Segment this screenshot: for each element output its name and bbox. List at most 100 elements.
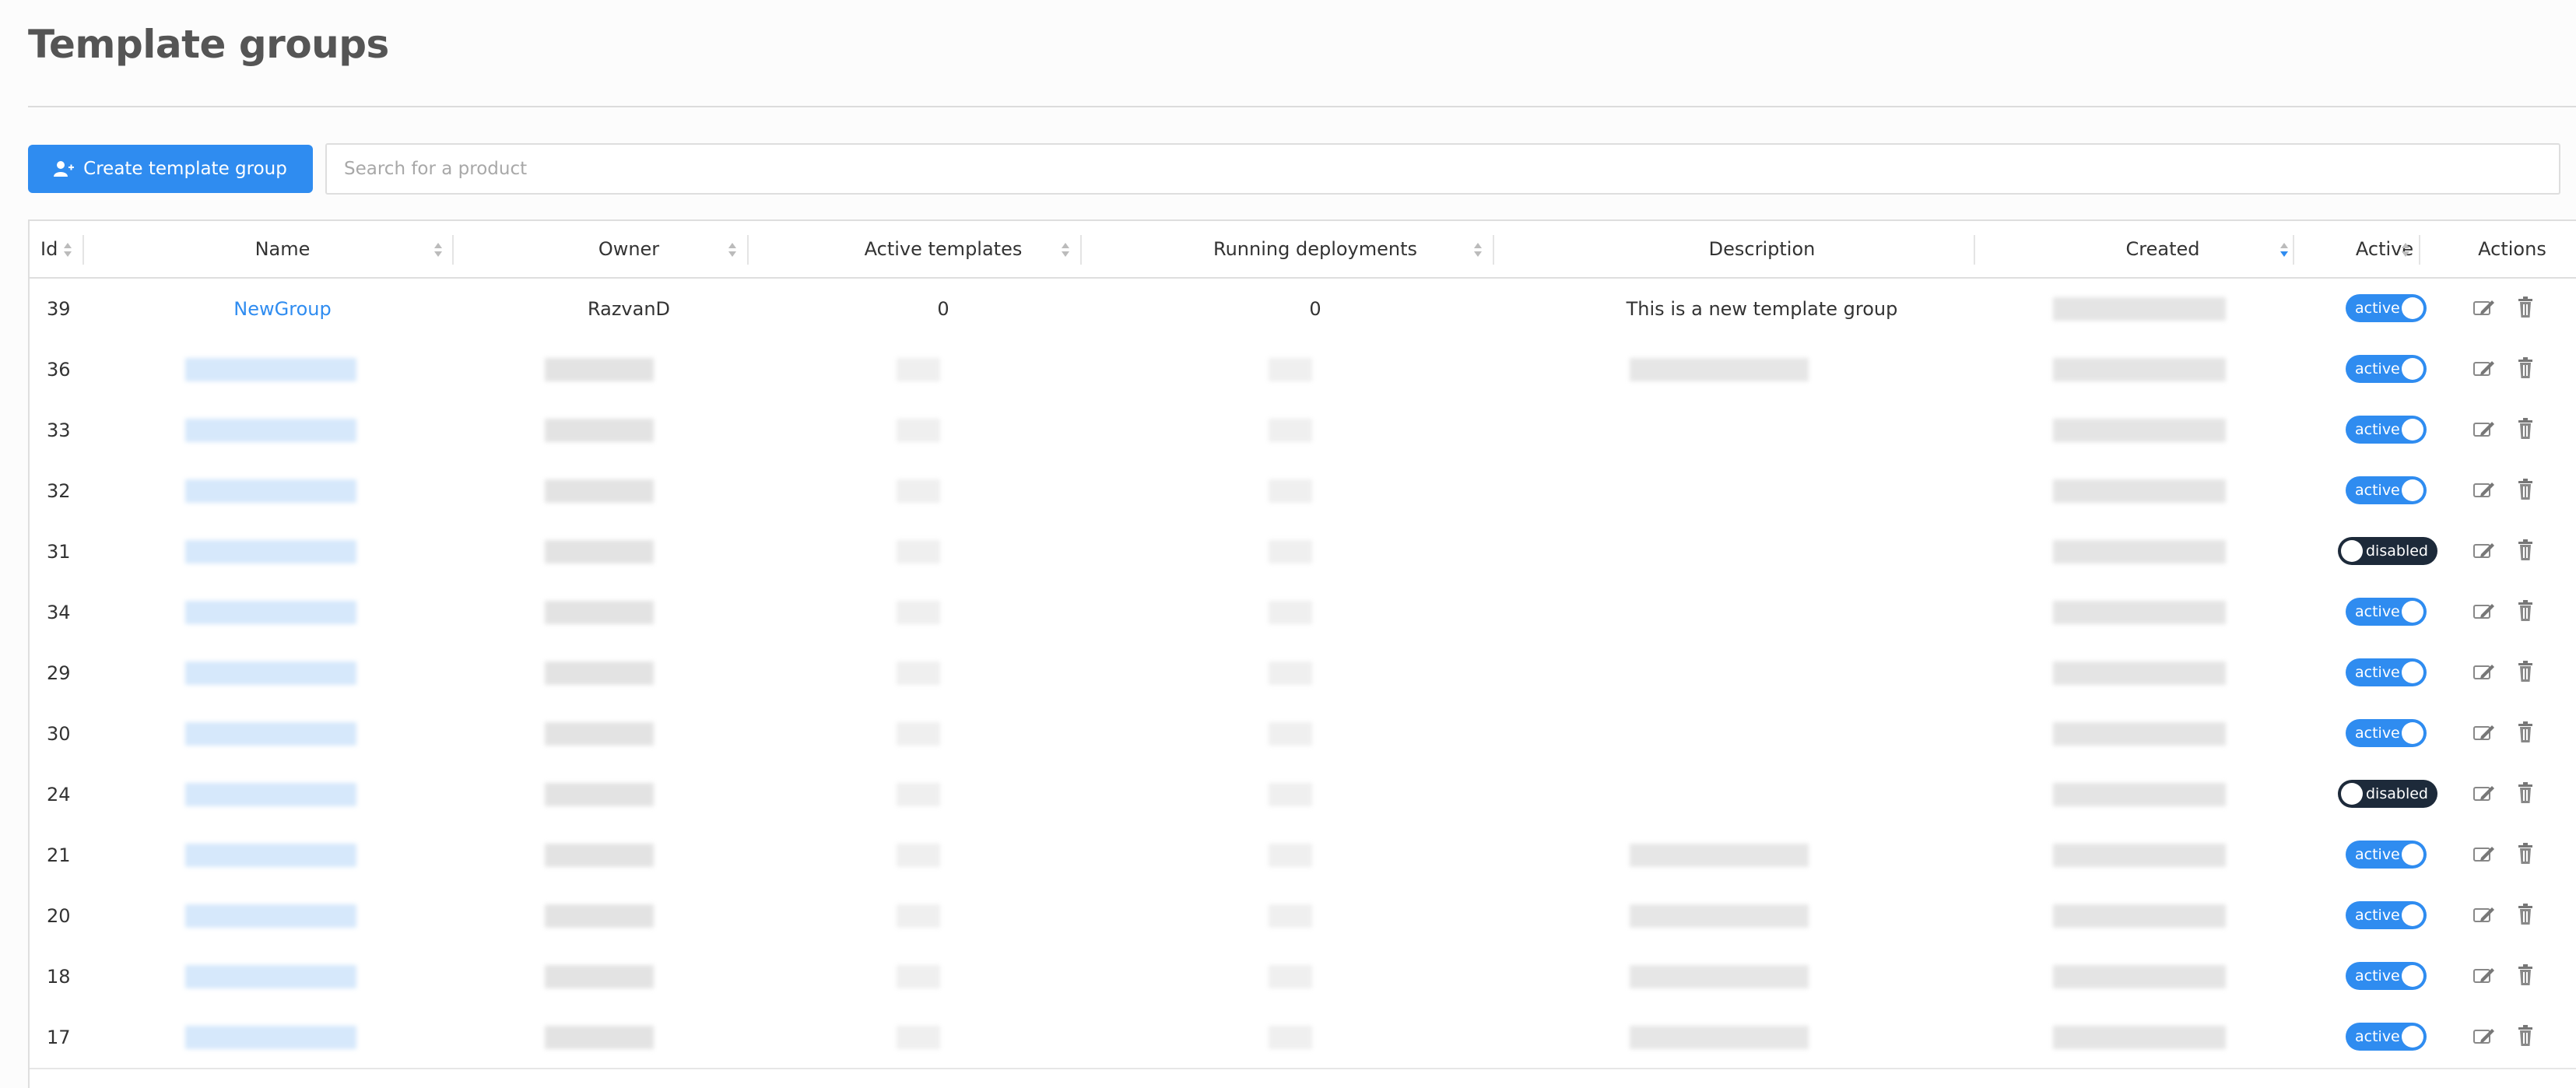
trash-icon[interactable]: [2517, 417, 2534, 440]
trash-icon[interactable]: [2517, 903, 2534, 926]
trash-icon[interactable]: [2517, 781, 2534, 805]
trash-icon[interactable]: [2517, 296, 2534, 319]
sort-icon[interactable]: [433, 241, 444, 258]
redacted-created: [2053, 297, 2226, 321]
toggle-knob: [2402, 601, 2423, 623]
trash-icon[interactable]: [2517, 539, 2534, 562]
status-toggle[interactable]: disabled: [2338, 780, 2437, 808]
redacted-running-deployments: [1269, 479, 1312, 503]
redacted-running-deployments: [1269, 783, 1312, 806]
column-header-id[interactable]: Id: [30, 221, 84, 277]
column-header-description[interactable]: Description: [1521, 221, 2003, 277]
cell-id: 18: [47, 966, 71, 988]
column-label: Owner: [598, 238, 660, 260]
status-toggle[interactable]: active: [2346, 598, 2427, 626]
redacted-running-deployments: [1269, 722, 1312, 746]
status-toggle[interactable]: active: [2346, 841, 2427, 869]
status-toggle[interactable]: active: [2346, 355, 2427, 383]
column-header-active[interactable]: Active: [2322, 221, 2447, 277]
status-toggle[interactable]: active: [2346, 294, 2427, 322]
column-label: Id: [40, 238, 58, 260]
redacted-created: [2053, 662, 2226, 685]
sort-icon[interactable]: [1472, 241, 1483, 258]
status-toggle[interactable]: active: [2346, 962, 2427, 990]
column-divider[interactable]: [2293, 235, 2294, 265]
status-toggle-label: active: [2355, 725, 2400, 742]
edit-icon[interactable]: [2473, 360, 2495, 378]
redacted-owner: [545, 601, 654, 624]
sort-icon[interactable]: [727, 241, 738, 258]
status-toggle[interactable]: active: [2346, 658, 2427, 686]
edit-icon[interactable]: [2473, 602, 2495, 621]
redacted-owner: [545, 479, 654, 503]
edit-icon[interactable]: [2473, 663, 2495, 682]
status-toggle-label: active: [2355, 603, 2400, 620]
sort-icon[interactable]: [2400, 241, 2411, 258]
trash-icon[interactable]: [2517, 1024, 2534, 1048]
create-template-group-button[interactable]: Create template group: [28, 145, 313, 193]
status-toggle[interactable]: active: [2346, 901, 2427, 929]
cell-id: 36: [47, 359, 71, 381]
trash-icon[interactable]: [2517, 660, 2534, 683]
edit-icon[interactable]: [2473, 906, 2495, 925]
status-toggle-label: active: [2355, 664, 2400, 681]
edit-icon[interactable]: [2473, 967, 2495, 985]
edit-icon[interactable]: [2473, 420, 2495, 439]
redacted-name: [185, 1026, 356, 1049]
status-toggle[interactable]: active: [2346, 1023, 2427, 1051]
table-row: 36 active: [30, 339, 2576, 402]
toggle-knob: [2402, 965, 2423, 987]
cell-running-deployments: 0: [1309, 298, 1321, 320]
redacted-active-templates: [897, 540, 940, 563]
column-divider[interactable]: [1493, 235, 1494, 265]
status-toggle[interactable]: active: [2346, 476, 2427, 504]
status-toggle[interactable]: active: [2346, 416, 2427, 444]
redacted-owner: [545, 1026, 654, 1049]
sort-active-icon[interactable]: [2279, 241, 2290, 258]
table-row: 31 disabled: [30, 521, 2576, 584]
group-name-link[interactable]: NewGroup: [233, 298, 331, 320]
cell-id: 32: [47, 480, 71, 502]
status-toggle-label: active: [2355, 360, 2400, 377]
column-label: Active templates: [864, 238, 1023, 260]
status-toggle[interactable]: active: [2346, 719, 2427, 747]
trash-icon[interactable]: [2517, 963, 2534, 987]
status-toggle-label: disabled: [2366, 542, 2428, 560]
column-header-name[interactable]: Name: [84, 221, 481, 277]
column-divider[interactable]: [82, 235, 84, 265]
sort-icon[interactable]: [1060, 241, 1071, 258]
column-header-running-deployments[interactable]: Running deployments: [1110, 221, 1521, 277]
edit-icon[interactable]: [2473, 542, 2495, 560]
search-input[interactable]: [325, 143, 2560, 195]
table-header: Id Name Owner Active templates Running d…: [30, 221, 2576, 279]
redacted-owner: [545, 904, 654, 928]
cell-name: NewGroup: [84, 279, 481, 339]
edit-icon[interactable]: [2473, 481, 2495, 500]
redacted-active-templates: [897, 904, 940, 928]
column-divider[interactable]: [1080, 235, 1082, 265]
edit-icon[interactable]: [2473, 845, 2495, 864]
column-divider[interactable]: [747, 235, 749, 265]
column-divider[interactable]: [2419, 235, 2420, 265]
edit-icon[interactable]: [2473, 724, 2495, 742]
redacted-description: [1630, 1026, 1809, 1049]
trash-icon[interactable]: [2517, 721, 2534, 744]
redacted-name: [185, 662, 356, 685]
column-divider[interactable]: [452, 235, 454, 265]
trash-icon[interactable]: [2517, 356, 2534, 380]
template-groups-table: Id Name Owner Active templates Running d…: [28, 219, 2576, 1088]
sort-icon[interactable]: [62, 241, 73, 258]
edit-icon[interactable]: [2473, 1027, 2495, 1046]
edit-icon[interactable]: [2473, 784, 2495, 803]
column-divider[interactable]: [1974, 235, 1975, 265]
status-toggle[interactable]: disabled: [2338, 537, 2437, 565]
redacted-owner: [545, 783, 654, 806]
toggle-knob: [2341, 540, 2363, 562]
column-header-created[interactable]: Created: [2003, 221, 2322, 277]
trash-icon[interactable]: [2517, 478, 2534, 501]
column-label: Name: [254, 238, 311, 260]
trash-icon[interactable]: [2517, 599, 2534, 623]
trash-icon[interactable]: [2517, 842, 2534, 865]
column-label: Description: [1708, 238, 1816, 260]
edit-icon[interactable]: [2473, 299, 2495, 318]
